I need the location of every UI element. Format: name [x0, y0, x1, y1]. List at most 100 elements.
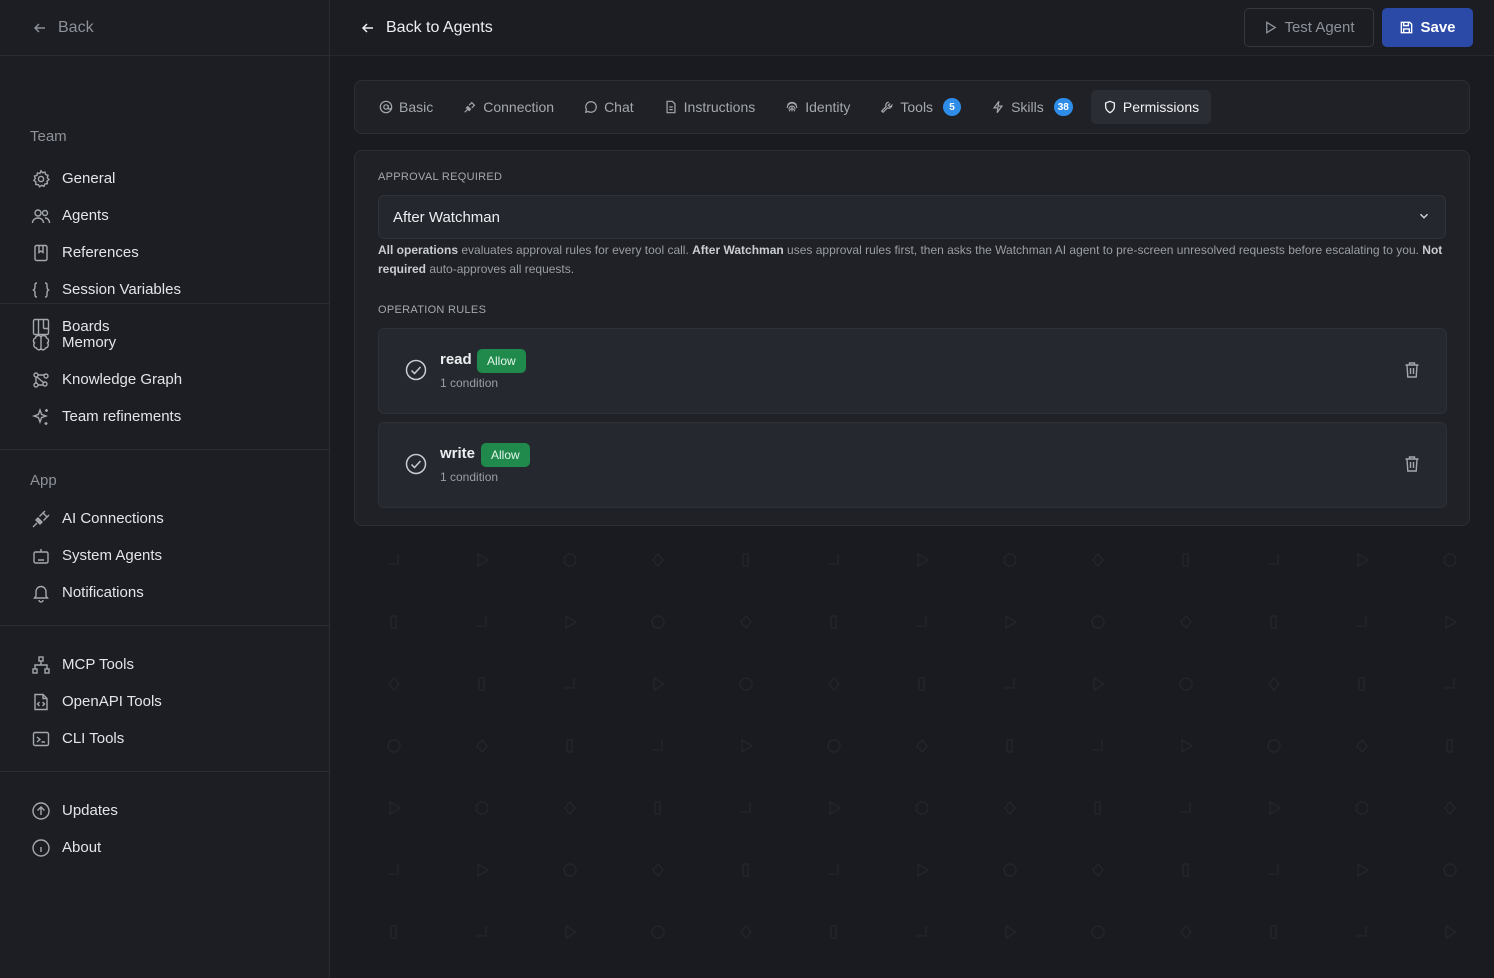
- pattern-shape: [565, 614, 578, 630]
- sidebar-item-label: Agents: [62, 207, 109, 224]
- rule-name: read: [440, 351, 472, 368]
- sidebar-item-mcp-tools[interactable]: MCP Tools: [0, 646, 329, 683]
- braces-icon: [31, 280, 51, 300]
- sidebar-item-ai-connections[interactable]: AI Connections: [0, 500, 329, 537]
- sidebar-item-label: Memory: [62, 334, 117, 351]
- help-text-2: uses approval rules first, then asks the…: [783, 243, 1423, 257]
- sidebar-item-agents[interactable]: Agents: [0, 197, 329, 234]
- pattern-shape: [1092, 740, 1103, 751]
- pattern-shape: [654, 801, 661, 815]
- pattern-shape: [1004, 800, 1016, 816]
- tab-permissions[interactable]: Permissions: [1090, 90, 1212, 124]
- plug-icon: [31, 509, 51, 529]
- pattern-shape: [740, 802, 751, 813]
- sidebar-item-knowledge-graph[interactable]: Knowledge Graph: [0, 361, 329, 398]
- pattern-shape: [1091, 615, 1105, 629]
- save-icon: [1401, 21, 1413, 34]
- sidebar-item-label: AI Connections: [62, 510, 164, 527]
- pattern-shape: [1094, 801, 1101, 815]
- pattern-shape: [652, 552, 664, 568]
- back-to-agents-button[interactable]: Back to Agents: [360, 19, 493, 37]
- sidebar-item-references[interactable]: References: [0, 234, 329, 271]
- sidebar: Back Team General Agents References Sess…: [0, 0, 330, 978]
- pattern-shape: [475, 801, 489, 815]
- sidebar-item-openapi-tools[interactable]: OpenAPI Tools: [0, 683, 329, 720]
- help-text-1: evaluates approval rules for every tool …: [458, 243, 693, 257]
- tab-connection[interactable]: Connection: [451, 90, 566, 124]
- pattern-shape: [1444, 800, 1456, 816]
- sidebar-item-system-agents[interactable]: System Agents: [0, 537, 329, 574]
- file-icon: [666, 100, 676, 114]
- tab-basic[interactable]: Basic: [367, 90, 445, 124]
- sidebar-item-team-refinements[interactable]: Team refinements: [0, 398, 329, 435]
- shield-icon: [1104, 100, 1115, 114]
- sidebar-item-label: CLI Tools: [62, 730, 125, 747]
- pattern-shape: [828, 864, 839, 875]
- pattern-shape: [564, 678, 575, 689]
- tab-instructions[interactable]: Instructions: [652, 90, 768, 124]
- pattern-shape: [1445, 924, 1458, 940]
- bolt-icon: [992, 100, 1004, 114]
- help-text-3: auto-approves all requests.: [426, 262, 575, 276]
- pattern-shape: [1270, 925, 1277, 939]
- pattern-shape: [1269, 800, 1282, 816]
- sidebar-item-label: MCP Tools: [62, 656, 134, 673]
- pattern-shape: [1006, 739, 1013, 753]
- brain-icon: [31, 333, 51, 353]
- tab-label: Skills: [1011, 99, 1044, 115]
- pattern-shape: [1267, 739, 1281, 753]
- network-icon: [31, 655, 51, 675]
- sidebar-section-team: Team General Agents References Session V…: [0, 56, 329, 335]
- bookmark-icon: [31, 243, 51, 263]
- tab-identity[interactable]: Identity: [773, 90, 862, 124]
- tab-chat[interactable]: Chat: [572, 90, 646, 124]
- pattern-shape: [828, 676, 840, 692]
- sidebar-item-label: About: [62, 839, 102, 856]
- pattern-shape: [915, 801, 929, 815]
- sidebar-section-tools: MCP Tools OpenAPI Tools CLI Tools: [0, 626, 329, 772]
- tab-skills[interactable]: Skills 38: [979, 90, 1085, 124]
- pattern-shape: [830, 615, 837, 629]
- pattern-shape: [388, 554, 399, 565]
- sidebar-item-memory[interactable]: Memory: [0, 324, 329, 361]
- sidebar-item-cli-tools[interactable]: CLI Tools: [0, 720, 329, 757]
- pattern-shape: [1091, 925, 1105, 939]
- sidebar-item-about[interactable]: About: [0, 829, 329, 866]
- sidebar-back-button[interactable]: Back: [0, 0, 329, 56]
- approval-required-select[interactable]: After Watchman: [378, 195, 1446, 239]
- test-agent-button[interactable]: Test Agent: [1244, 8, 1374, 47]
- tab-label: Permissions: [1122, 99, 1200, 115]
- tab-label: Instructions: [683, 99, 756, 115]
- pattern-shape: [1270, 615, 1277, 629]
- pattern-shape: [565, 924, 578, 940]
- pattern-shape: [742, 863, 749, 877]
- trash-icon[interactable]: [1404, 361, 1420, 379]
- sidebar-section-memory: Memory Knowledge Graph Team refinements: [0, 304, 329, 450]
- pattern-shape: [1444, 678, 1455, 689]
- save-button[interactable]: Save: [1382, 8, 1473, 47]
- pattern-shape: [1004, 678, 1015, 689]
- sidebar-item-updates[interactable]: Updates: [0, 792, 329, 829]
- pattern-shape: [916, 738, 928, 754]
- check-circle-icon: [405, 359, 427, 381]
- sidebar-item-notifications[interactable]: Notifications: [0, 574, 329, 611]
- pattern-shape: [1182, 863, 1189, 877]
- test-agent-label: Test Agent: [1284, 19, 1355, 36]
- arrow-left-icon: [361, 22, 373, 33]
- rule-row-read[interactable]: read Allow 1 condition: [378, 328, 1447, 414]
- sparkle-icon: [31, 407, 51, 427]
- tab-tools[interactable]: Tools 5: [868, 90, 973, 124]
- pattern-shape: [477, 862, 490, 878]
- sidebar-item-session-variables[interactable]: Session Variables: [0, 271, 329, 308]
- rule-row-write[interactable]: write Allow 1 condition: [378, 422, 1447, 508]
- fingerprint-icon: [786, 101, 798, 112]
- pattern-shape: [739, 677, 753, 691]
- sidebar-item-general[interactable]: General: [0, 160, 329, 197]
- pattern-shape: [1356, 738, 1368, 754]
- pattern-shape: [1003, 863, 1017, 877]
- rule-condition-count: 1 condition: [440, 470, 499, 484]
- pattern-shape: [390, 615, 397, 629]
- tab-label: Tools: [900, 99, 934, 115]
- trash-icon[interactable]: [1404, 455, 1420, 473]
- sidebar-heading-app: App: [30, 472, 57, 489]
